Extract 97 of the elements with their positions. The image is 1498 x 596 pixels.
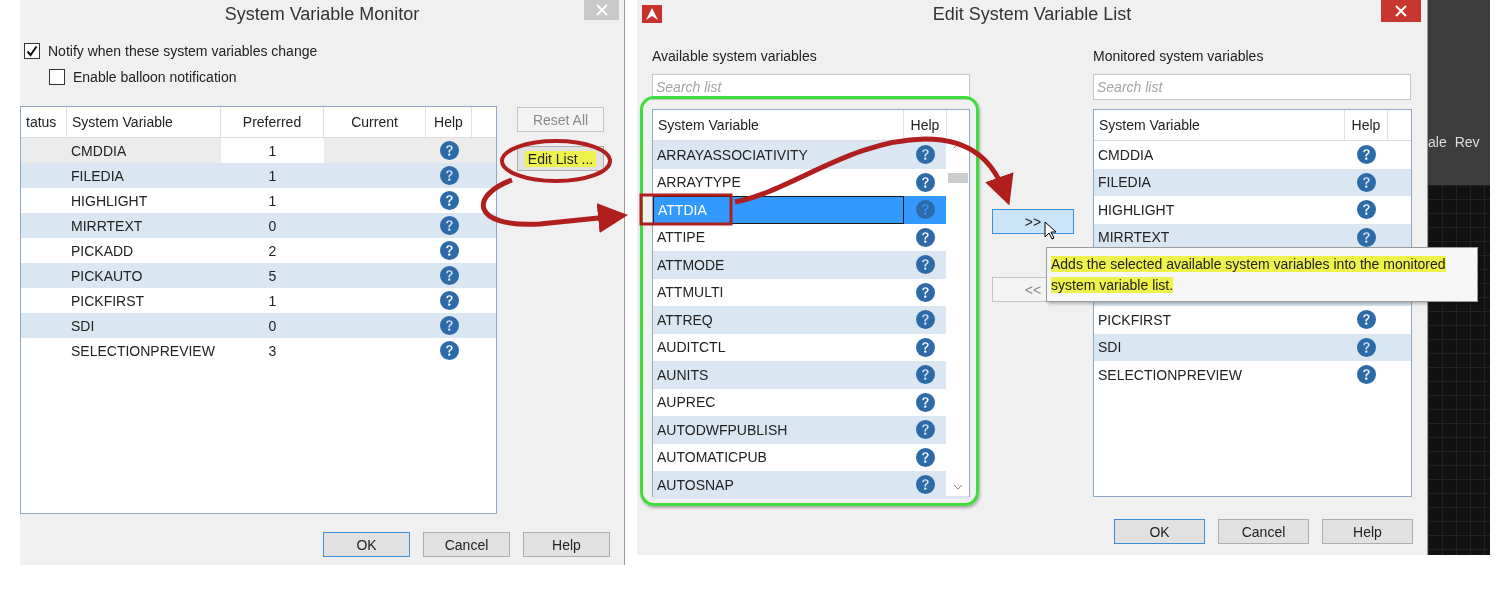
- help-icon[interactable]: [439, 141, 459, 160]
- help-icon[interactable]: [1357, 200, 1376, 220]
- column-header[interactable]: Help: [1345, 110, 1388, 140]
- app-logo-icon: [642, 5, 662, 23]
- variable-name: CMDDIA: [70, 141, 128, 161]
- help-icon[interactable]: [916, 420, 935, 440]
- help-icon[interactable]: [439, 316, 459, 335]
- toolbar-label: Rev: [1454, 134, 1480, 150]
- column-header[interactable]: Current: [324, 107, 426, 137]
- variable-name: FILEDIA: [70, 166, 125, 186]
- dialog-title: System Variable Monitor: [224, 3, 420, 25]
- help-icon[interactable]: [1357, 227, 1376, 247]
- column-header[interactable]: Help: [426, 107, 472, 137]
- help-icon[interactable]: [1357, 145, 1376, 165]
- preferred-value: 2: [267, 241, 278, 261]
- side-button[interactable]: Edit List ...: [517, 146, 604, 171]
- help-icon[interactable]: [916, 227, 935, 247]
- scrollbar-thumb[interactable]: [948, 173, 968, 183]
- variable-name: PICKADD: [70, 241, 135, 261]
- tooltip: Adds the selected available system variables into the monitored system variable list.: [1046, 247, 1478, 302]
- column-header[interactable]: Preferred: [221, 107, 324, 137]
- checkbox-label: Notify when these system variables change: [48, 43, 318, 59]
- preferred-value: 1: [221, 138, 324, 163]
- help-icon[interactable]: [916, 282, 935, 302]
- help-icon[interactable]: [439, 216, 459, 235]
- variable-name: SDI: [1097, 338, 1123, 358]
- dialog-title: Edit System Variable List: [932, 3, 1132, 25]
- dialog-button[interactable]: Cancel: [423, 532, 510, 557]
- search-field[interactable]: Search list: [1093, 74, 1411, 100]
- list-caption: Available system variables: [652, 48, 818, 66]
- chevron-down-icon: [952, 484, 963, 490]
- help-icon[interactable]: [439, 291, 459, 310]
- preferred-value: 1: [267, 291, 278, 311]
- preferred-value: 0: [267, 316, 278, 336]
- variable-name: SELECTIONPREVIEW: [1097, 365, 1243, 385]
- help-icon[interactable]: [916, 447, 935, 467]
- help-icon[interactable]: [916, 365, 935, 385]
- column-header[interactable]: System Variable: [653, 110, 904, 140]
- checkbox-label: Enable balloon notification: [73, 69, 237, 85]
- list-caption: Monitored system variables: [1093, 48, 1265, 66]
- help-icon[interactable]: [916, 475, 935, 495]
- variable-name[interactable]: AUPREC: [653, 388, 904, 416]
- scrollbar[interactable]: [946, 137, 969, 496]
- dialog-button[interactable]: OK: [1114, 519, 1205, 544]
- variable-name[interactable]: AUDITCTL: [653, 333, 904, 361]
- variable-name[interactable]: ARRAYTYPE: [653, 168, 904, 196]
- variable-name: MIRRTEXT: [70, 216, 144, 236]
- help-icon[interactable]: [439, 191, 459, 210]
- variable-name: MIRRTEXT: [1097, 228, 1171, 248]
- close-icon: [1395, 5, 1407, 17]
- search-field[interactable]: Search list: [652, 74, 970, 100]
- variable-name[interactable]: ATTIPE: [653, 223, 904, 251]
- help-icon[interactable]: [916, 172, 935, 192]
- help-icon[interactable]: [1357, 310, 1376, 330]
- variable-name: PICKFIRST: [70, 291, 146, 311]
- column-header[interactable]: Help: [904, 110, 947, 140]
- variable-name: HIGHLIGHT: [1097, 200, 1176, 220]
- help-icon[interactable]: [916, 255, 935, 275]
- checkbox[interactable]: [49, 69, 65, 85]
- dialog-button[interactable]: Help: [523, 532, 610, 557]
- variable-name: PICKFIRST: [1097, 310, 1173, 330]
- help-icon[interactable]: [1357, 172, 1376, 192]
- variable-name[interactable]: ATTMULTI: [653, 278, 904, 306]
- transfer-button[interactable]: >>: [992, 209, 1074, 234]
- close-button[interactable]: [1381, 0, 1421, 22]
- variable-name: FILEDIA: [1097, 173, 1152, 193]
- variable-name: PICKAUTO: [70, 266, 144, 286]
- dialog-button[interactable]: Cancel: [1218, 519, 1309, 544]
- column-header[interactable]: System Variable: [67, 107, 221, 137]
- help-icon[interactable]: [439, 341, 459, 360]
- help-icon[interactable]: [439, 166, 459, 185]
- column-header[interactable]: System Variable: [1094, 110, 1345, 140]
- help-icon[interactable]: [1357, 337, 1376, 357]
- preferred-value: 1: [267, 166, 278, 186]
- cursor-icon: [1044, 221, 1057, 240]
- checkbox[interactable]: [24, 43, 40, 59]
- toolbar-label: ale: [1428, 134, 1447, 150]
- help-icon[interactable]: [439, 266, 459, 285]
- help-icon[interactable]: [916, 310, 935, 330]
- variable-name: SELECTIONPREVIEW: [70, 341, 216, 361]
- preferred-value: 3: [267, 341, 278, 361]
- variable-name[interactable]: AUTOMATICPUB: [653, 443, 904, 471]
- close-icon: [595, 4, 608, 16]
- help-icon[interactable]: [916, 337, 935, 357]
- help-icon[interactable]: [1357, 365, 1376, 385]
- help-icon[interactable]: [439, 241, 459, 260]
- help-icon[interactable]: [916, 392, 935, 412]
- preferred-value: 5: [267, 266, 278, 286]
- variable-name: SDI: [70, 316, 96, 336]
- dialog-button[interactable]: OK: [323, 532, 410, 557]
- help-icon[interactable]: [916, 145, 935, 165]
- preferred-value: 0: [267, 216, 278, 236]
- column-header[interactable]: tatus: [21, 107, 67, 137]
- variable-name: CMDDIA: [1097, 145, 1155, 165]
- dialog-button[interactable]: Help: [1322, 519, 1413, 544]
- preferred-value: 1: [267, 191, 278, 211]
- variable-name: HIGHLIGHT: [70, 191, 149, 211]
